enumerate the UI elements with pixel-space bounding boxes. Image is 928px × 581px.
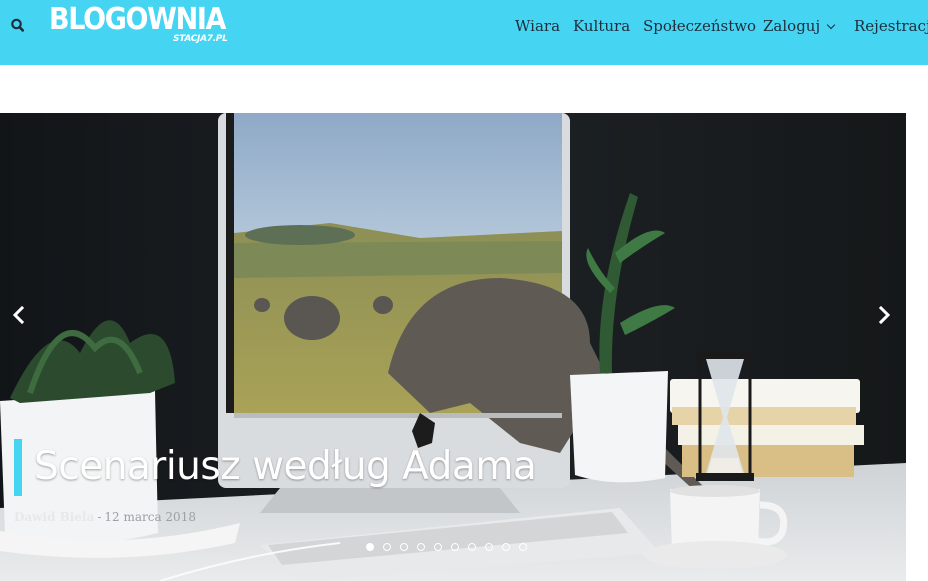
- nav-item-zaloguj-label: Zaloguj: [763, 17, 821, 35]
- site-header: BLOGOWNIA STACJA7.PL Wiara Kultura Społe…: [0, 0, 928, 65]
- post-date: 12 marca 2018: [104, 510, 196, 524]
- nav-item-kultura[interactable]: Kultura: [573, 17, 630, 35]
- slide-title[interactable]: Scenariusz według Adama: [34, 439, 537, 495]
- logo-wordmark: BLOGOWNIA: [49, 2, 226, 37]
- slider-dot-5[interactable]: [434, 543, 442, 551]
- post-author[interactable]: Dawid Biela: [14, 510, 94, 524]
- meta-separator: -: [97, 510, 102, 524]
- chevron-left-icon: [12, 305, 25, 325]
- post-meta: Dawid Biela -12 marca 2018: [14, 510, 196, 524]
- slider-prev-button[interactable]: [7, 303, 29, 327]
- logo-subtitle: STACJA7.PL: [173, 34, 228, 44]
- search-button[interactable]: [9, 16, 27, 34]
- featured-slider: Scenariusz według Adama Dawid Biela -12 m…: [0, 113, 906, 581]
- nav-item-spoleczenstwo[interactable]: Społeczeństwo: [643, 17, 756, 35]
- slider-dot-8[interactable]: [485, 543, 493, 551]
- slider-dot-10[interactable]: [519, 543, 527, 551]
- chevron-down-icon: [826, 20, 836, 30]
- nav-item-rejestracja[interactable]: Rejestracja: [854, 17, 928, 35]
- nav-item-wiara[interactable]: Wiara: [515, 17, 560, 35]
- site-logo[interactable]: BLOGOWNIA STACJA7.PL: [49, 2, 229, 48]
- slider-pagination: [366, 543, 536, 551]
- slider-dot-3[interactable]: [400, 543, 408, 551]
- slider-dot-9[interactable]: [502, 543, 510, 551]
- title-accent-bar: [14, 439, 22, 496]
- slider-dot-7[interactable]: [468, 543, 476, 551]
- slider-dot-2[interactable]: [383, 543, 391, 551]
- chevron-right-icon: [878, 305, 891, 325]
- search-icon: [11, 18, 25, 32]
- slider-next-button[interactable]: [874, 303, 896, 327]
- slider-dot-6[interactable]: [451, 543, 459, 551]
- nav-item-zaloguj[interactable]: Zaloguj: [763, 17, 836, 35]
- slider-dot-1[interactable]: [366, 543, 374, 551]
- slider-dot-4[interactable]: [417, 543, 425, 551]
